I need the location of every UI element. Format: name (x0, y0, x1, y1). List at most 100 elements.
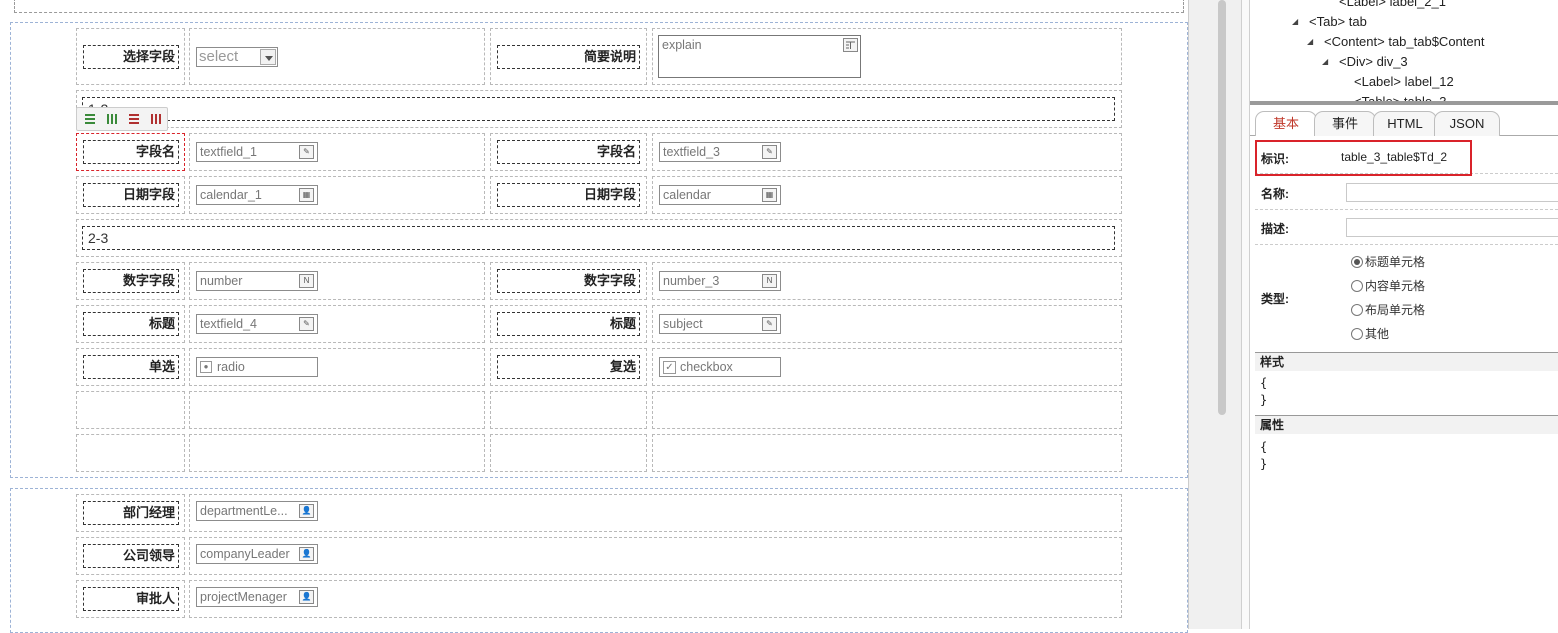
number-field-label: 数字字段 (83, 269, 179, 293)
table-cell[interactable] (652, 391, 1122, 429)
expand-triangle-icon[interactable]: ◢ (1307, 37, 1313, 46)
cell-toolbar (76, 107, 168, 131)
type-row: 类型: 标题单元格 内容单元格 布局单元格 其他 (1255, 246, 1558, 349)
radio-selected-icon[interactable] (1351, 256, 1363, 268)
number-field[interactable]: number_3 N (659, 271, 781, 291)
field-value: subject (663, 317, 703, 331)
edit-icon: ✎ (762, 145, 777, 159)
style-open-brace[interactable]: { (1260, 375, 1267, 392)
delete-column-icon[interactable] (149, 112, 163, 126)
field-value: calendar (663, 188, 711, 202)
vertical-scrollbar-track[interactable] (1188, 0, 1241, 629)
field-value: textfield_4 (200, 317, 257, 331)
table-cell[interactable] (490, 391, 647, 429)
option-label: 内容单元格 (1365, 279, 1426, 293)
table-cell[interactable] (652, 434, 1122, 472)
textarea-icon (843, 38, 858, 52)
radio-icon: ● (200, 361, 212, 373)
field-value: calendar_1 (200, 188, 262, 202)
calendar-field[interactable]: calendar_1 ▦ (196, 185, 318, 205)
field-value: departmentLe... (200, 504, 288, 518)
text-field[interactable]: subject ✎ (659, 314, 781, 334)
tree-node[interactable]: <Div> div_3 (1339, 54, 1408, 69)
checkbox-icon: ✓ (663, 361, 676, 374)
select-field-label: 选择字段 (83, 45, 179, 69)
component-tree: <Label> label_2_1 ◢ <Tab> tab ◢ <Content… (1250, 0, 1558, 102)
table-cell[interactable] (189, 537, 1122, 575)
checkbox-label: 复选 (497, 355, 640, 379)
text-field[interactable]: textfield_3 ✎ (659, 142, 781, 162)
align-columns-icon[interactable] (105, 112, 119, 126)
explain-value: explain (662, 38, 702, 52)
chevron-down-icon[interactable] (260, 49, 276, 65)
user-picker-field[interactable]: companyLeader 👤 (196, 544, 318, 564)
user-picker-field[interactable]: departmentLe... 👤 (196, 501, 318, 521)
tree-node[interactable]: <Content> tab_tab$Content (1324, 34, 1484, 49)
delete-row-icon[interactable] (127, 112, 141, 126)
name-input[interactable] (1346, 183, 1558, 202)
user-picker-field[interactable]: projectMenager 👤 (196, 587, 318, 607)
table-cell[interactable] (76, 434, 185, 472)
align-rows-icon[interactable] (83, 112, 97, 126)
calendar-icon: ▦ (762, 188, 777, 202)
type-option-content[interactable]: 内容单元格 (1351, 277, 1425, 294)
table-cell[interactable] (189, 580, 1122, 618)
calendar-field[interactable]: calendar ▦ (659, 185, 781, 205)
name-label: 名称: (1261, 187, 1289, 201)
user-icon: 👤 (299, 590, 314, 604)
field-value: radio (217, 360, 245, 374)
title-label: 标题 (497, 312, 640, 336)
field-value: number_3 (663, 274, 720, 288)
type-label: 类型: (1261, 292, 1289, 306)
text-field[interactable]: textfield_1 ✎ (196, 142, 318, 162)
tab-html[interactable]: HTML (1373, 111, 1437, 136)
panel-splitter[interactable] (1241, 0, 1250, 629)
expand-triangle-icon[interactable]: ◢ (1292, 17, 1298, 26)
tab-basic[interactable]: 基本 (1255, 111, 1317, 136)
checkbox-field[interactable]: ✓ checkbox (659, 357, 781, 377)
edit-icon: ✎ (762, 317, 777, 331)
table-cell[interactable] (76, 391, 185, 429)
approval-label: 公司领导 (83, 544, 179, 568)
radio-icon[interactable] (1351, 328, 1363, 340)
attr-section-header: 属性 (1255, 415, 1558, 434)
tab-json[interactable]: JSON (1434, 111, 1500, 136)
radio-field[interactable]: ● radio (196, 357, 318, 377)
attr-open-brace[interactable]: { (1260, 439, 1267, 456)
date-field-label: 日期字段 (497, 183, 640, 207)
tree-node[interactable]: <Label> label_2_1 (1339, 0, 1446, 9)
number-field[interactable]: number N (196, 271, 318, 291)
select-value: select (199, 48, 239, 65)
edit-icon: ✎ (299, 145, 314, 159)
table-cell[interactable] (490, 434, 647, 472)
type-option-layout[interactable]: 布局单元格 (1351, 301, 1425, 318)
edit-icon: ✎ (299, 317, 314, 331)
tree-node[interactable]: <Tab> tab (1309, 14, 1367, 29)
select-dropdown[interactable]: select (196, 47, 278, 67)
explain-label: 简要说明 (497, 45, 640, 69)
description-input[interactable] (1346, 218, 1558, 237)
radio-label: 单选 (83, 355, 179, 379)
date-field-label: 日期字段 (83, 183, 179, 207)
field-value: textfield_1 (200, 145, 257, 159)
type-option-title[interactable]: 标题单元格 (1351, 253, 1425, 270)
attr-close-brace[interactable]: } (1260, 456, 1267, 473)
text-field[interactable]: textfield_4 ✎ (196, 314, 318, 334)
field-name-label: 字段名 (83, 140, 179, 164)
highlight-box (1255, 140, 1472, 176)
radio-icon[interactable] (1351, 304, 1363, 316)
vertical-scrollbar-thumb[interactable] (1218, 0, 1226, 415)
radio-icon[interactable] (1351, 280, 1363, 292)
table-cell[interactable] (189, 434, 485, 472)
type-option-other[interactable]: 其他 (1351, 325, 1389, 342)
section-header: 2-3 (82, 226, 1115, 250)
design-canvas: 选择字段 select 简要说明 explain 1-2 字段名 textfie… (0, 0, 1200, 633)
desc-row: 描述: (1255, 211, 1558, 245)
tab-events[interactable]: 事件 (1314, 111, 1376, 136)
table-cell[interactable] (189, 391, 485, 429)
expand-triangle-icon[interactable]: ◢ (1322, 57, 1328, 66)
tree-node[interactable]: <Label> label_12 (1354, 74, 1454, 89)
explain-textarea[interactable]: explain (658, 35, 861, 78)
style-close-brace[interactable]: } (1260, 392, 1267, 409)
table-cell[interactable] (189, 494, 1122, 532)
